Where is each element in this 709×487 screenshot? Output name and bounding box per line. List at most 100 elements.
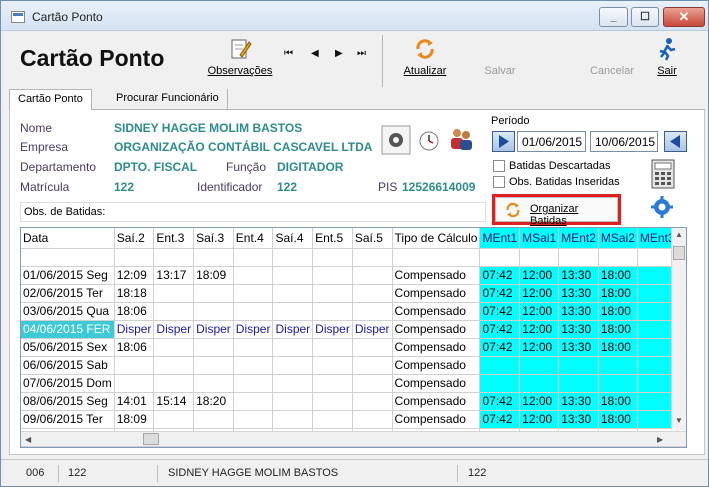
table-cell[interactable]: 18:00 (598, 266, 638, 285)
table-cell[interactable]: Disper (312, 320, 353, 339)
table-row[interactable]: 07/06/2015 Dom Compensado (21, 374, 686, 393)
table-row[interactable]: 01/06/2015 Seg 12:09 13:17 18:09 Compensado 0… (21, 266, 686, 285)
maximize-button[interactable]: ☐ (631, 7, 659, 27)
table-cell[interactable] (352, 410, 393, 429)
table-cell[interactable] (153, 248, 195, 267)
table-cell[interactable]: 13:30 (558, 410, 599, 429)
table-cell[interactable] (272, 284, 314, 303)
column-header[interactable]: MSai2 (598, 228, 638, 249)
table-cell[interactable] (233, 266, 274, 285)
table-cell[interactable]: Disper (272, 320, 314, 339)
table-cell[interactable]: 12:00 (519, 320, 560, 339)
table-cell[interactable] (272, 266, 314, 285)
table-cell[interactable]: Disper (114, 320, 155, 339)
table-cell[interactable]: 18:00 (598, 410, 638, 429)
table-cell[interactable] (558, 374, 599, 393)
table-cell[interactable]: 05/06/2015 Sex (21, 338, 115, 357)
table-cell[interactable] (272, 302, 314, 321)
table-cell[interactable] (193, 338, 234, 357)
table-cell[interactable] (519, 248, 560, 267)
column-header[interactable]: Ent.4 (233, 228, 274, 249)
vertical-scroll-thumb[interactable] (673, 246, 685, 260)
table-cell[interactable] (114, 374, 155, 393)
table-cell[interactable]: 18:09 (114, 410, 155, 429)
table-cell[interactable] (153, 374, 195, 393)
table-cell[interactable] (272, 338, 314, 357)
table-cell[interactable] (352, 392, 393, 411)
column-header[interactable]: MEnt2 (558, 228, 599, 249)
table-cell[interactable] (352, 356, 393, 375)
table-cell[interactable] (352, 266, 393, 285)
table-cell[interactable] (352, 338, 393, 357)
table-cell[interactable]: 13:30 (558, 338, 599, 357)
table-cell[interactable] (479, 356, 521, 375)
batidas-grid[interactable]: Data Saí.2 Ent.3 Saí.3 Ent.4 Saí.4 Ent.5 Saí.5 T… (20, 227, 687, 448)
table-cell[interactable]: Compensado (392, 266, 481, 285)
grid-vertical-scrollbar[interactable]: ▲ ▼ (671, 228, 686, 430)
table-cell[interactable] (312, 302, 353, 321)
table-cell[interactable]: 06/06/2015 Sab (21, 356, 115, 375)
tab-cartao-ponto[interactable]: Cartão Ponto (9, 89, 92, 111)
table-cell[interactable]: Compensado (392, 410, 481, 429)
table-cell[interactable]: 02/06/2015 Ter (21, 284, 115, 303)
table-cell[interactable]: 12:00 (519, 410, 560, 429)
table-cell[interactable] (598, 356, 638, 375)
table-row[interactable]: 09/06/2015 Ter 18:09 Compensado 07:42 12:00 1… (21, 410, 686, 429)
table-cell[interactable]: 13:17 (153, 266, 195, 285)
table-cell[interactable]: 12:00 (519, 392, 560, 411)
period-next-button[interactable] (664, 131, 687, 152)
scroll-up-icon[interactable]: ▲ (675, 230, 683, 239)
table-cell[interactable]: 18:06 (114, 302, 155, 321)
table-cell[interactable] (233, 356, 274, 375)
table-cell[interactable]: Compensado (392, 356, 481, 375)
table-cell[interactable] (233, 374, 274, 393)
next-record-icon[interactable]: ▶ (335, 48, 343, 59)
table-row[interactable]: 06/06/2015 Sab Compensado (21, 356, 686, 375)
table-cell[interactable]: 18:20 (193, 392, 234, 411)
table-cell[interactable] (312, 248, 353, 267)
table-cell[interactable]: Disper (193, 320, 234, 339)
table-cell[interactable] (479, 248, 521, 267)
table-cell[interactable]: 07:42 (479, 302, 521, 321)
table-cell[interactable] (312, 284, 353, 303)
table-cell[interactable] (272, 248, 314, 267)
grid-horizontal-scrollbar[interactable]: ◀ ▶ (21, 431, 686, 446)
table-cell[interactable] (193, 374, 234, 393)
table-cell[interactable]: 12:00 (519, 284, 560, 303)
table-cell[interactable] (153, 410, 195, 429)
table-cell[interactable] (352, 284, 393, 303)
column-header[interactable]: Ent.3 (153, 228, 195, 249)
scroll-left-icon[interactable]: ◀ (25, 435, 31, 444)
table-cell[interactable] (352, 302, 393, 321)
table-cell[interactable] (114, 356, 155, 375)
table-cell[interactable]: 13:30 (558, 302, 599, 321)
table-cell[interactable]: Compensado (392, 320, 481, 339)
table-cell[interactable] (153, 302, 195, 321)
scroll-down-icon[interactable]: ▼ (675, 416, 683, 425)
table-cell[interactable]: 08/06/2015 Seg (21, 392, 115, 411)
table-row[interactable]: 02/06/2015 Ter 18:18 Compensado 07:42 12:00 1… (21, 284, 686, 303)
table-cell[interactable] (233, 284, 274, 303)
table-cell[interactable] (479, 374, 521, 393)
atualizar-button[interactable]: Atualizar (397, 35, 453, 83)
table-cell[interactable] (312, 266, 353, 285)
column-header[interactable]: Saí.3 (193, 228, 234, 249)
table-cell[interactable] (233, 338, 274, 357)
table-row[interactable]: 03/06/2015 Qua 18:06 Compensado 07:42 12:00 1… (21, 302, 686, 321)
table-cell[interactable] (114, 248, 155, 267)
table-cell[interactable]: 18:00 (598, 320, 638, 339)
scroll-right-icon[interactable]: ▶ (657, 435, 663, 444)
table-cell[interactable]: Compensado (392, 374, 481, 393)
table-cell[interactable]: 07:42 (479, 320, 521, 339)
horizontal-scroll-thumb[interactable] (143, 433, 159, 445)
users-group-icon[interactable] (447, 125, 475, 153)
period-end-input[interactable]: 10/06/2015 (590, 131, 658, 152)
table-cell[interactable] (233, 302, 274, 321)
table-cell[interactable] (312, 356, 353, 375)
table-cell[interactable] (312, 392, 353, 411)
table-cell[interactable] (312, 338, 353, 357)
table-row[interactable]: 08/06/2015 Seg 14:01 15:14 18:20 Compensado 0… (21, 392, 686, 411)
table-cell[interactable]: 07:42 (479, 410, 521, 429)
table-cell[interactable]: 07:42 (479, 338, 521, 357)
column-header[interactable]: MEnt1 (479, 228, 521, 249)
